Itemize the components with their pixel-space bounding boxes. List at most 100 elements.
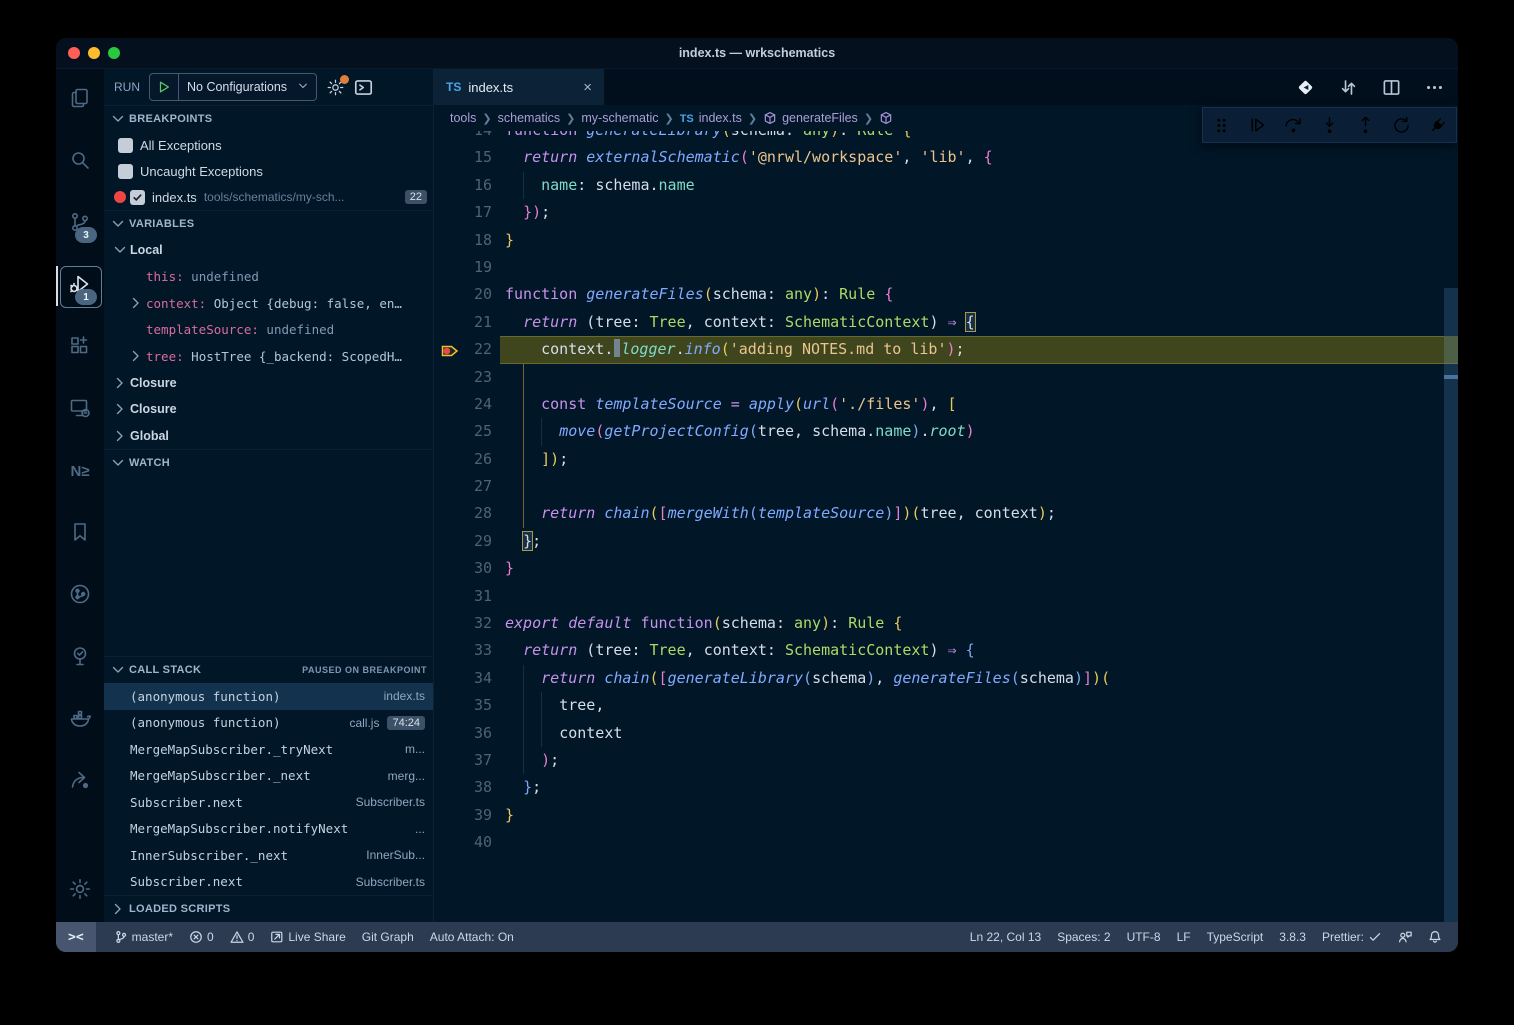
gutter[interactable]: 19	[434, 254, 500, 281]
close-window-button[interactable]	[68, 47, 80, 59]
variable-row[interactable]: context: Object {debug: false, en…	[104, 290, 433, 317]
activity-item-search[interactable]	[56, 131, 104, 193]
scrollbar-thumb[interactable]	[1444, 288, 1458, 922]
code-line-content[interactable]: tree,	[500, 692, 1458, 719]
zoom-window-button[interactable]	[108, 47, 120, 59]
code-line-content[interactable]	[500, 364, 1458, 391]
activity-item-git-graph[interactable]	[56, 565, 104, 627]
code-line-content[interactable]: return chain([mergeWith(templateSource)]…	[500, 500, 1458, 527]
breadcrumb-item[interactable]: generateFiles	[763, 111, 858, 125]
status-item-git-graph[interactable]: Git Graph	[354, 930, 422, 944]
variable-row[interactable]: templateSource: undefined	[104, 317, 433, 344]
step-into-button[interactable]	[1319, 115, 1340, 136]
activity-item-bookmarks[interactable]	[56, 503, 104, 565]
drag-handle[interactable]	[1211, 115, 1232, 136]
code-line-content[interactable]: name: schema.name	[500, 172, 1458, 199]
gutter[interactable]: 22	[434, 336, 500, 363]
gutter[interactable]: 20	[434, 281, 500, 308]
gutter[interactable]: 14	[434, 131, 500, 144]
status-item-encoding[interactable]: UTF-8	[1119, 930, 1169, 944]
code-line-content[interactable]: function generateFiles(schema: any): Rul…	[500, 281, 1458, 308]
code-line-content[interactable]: context.logger.info('adding NOTES.md to …	[500, 336, 1458, 363]
breadcrumb-item[interactable]: TSindex.ts	[680, 111, 742, 125]
breakpoint-checkbox[interactable]	[118, 164, 133, 179]
call-stack-section-header[interactable]: CALL STACK PAUSED ON BREAKPOINT	[104, 656, 433, 683]
activity-item-explorer[interactable]	[56, 69, 104, 131]
breadcrumb-item[interactable]: tools	[450, 111, 476, 125]
status-item-eol[interactable]: LF	[1169, 930, 1199, 944]
gutter[interactable]: 21	[434, 309, 500, 336]
code-line-content[interactable]: );	[500, 747, 1458, 774]
gutter[interactable]: 38	[434, 774, 500, 801]
gutter[interactable]: 37	[434, 747, 500, 774]
code-line-content[interactable]: });	[500, 199, 1458, 226]
code-line-content[interactable]: }	[500, 802, 1458, 829]
code-line-content[interactable]	[500, 473, 1458, 500]
call-stack-frame[interactable]: MergeMapSubscriber.notifyNext...	[104, 816, 433, 843]
code-line-content[interactable]: }	[500, 555, 1458, 582]
breadcrumb-item[interactable]: my-schematic	[581, 111, 658, 125]
gutter[interactable]: 39	[434, 802, 500, 829]
activity-item-manage[interactable]	[56, 860, 104, 922]
open-changes-icon[interactable]	[1296, 78, 1315, 97]
activity-item-extensions[interactable]	[56, 317, 104, 379]
status-item-git-branch[interactable]: master*	[106, 930, 181, 944]
code-line-content[interactable]: return chain([generateLibrary(schema), g…	[500, 665, 1458, 692]
breakpoint-row[interactable]: index.tstools/schematics/my-sch...22	[104, 184, 433, 210]
breadcrumb-item[interactable]: schematics	[498, 111, 561, 125]
loaded-scripts-section-header[interactable]: LOADED SCRIPTS	[104, 895, 433, 922]
variables-section-header[interactable]: VARIABLES	[104, 210, 433, 237]
status-item-prettier[interactable]: Prettier:	[1314, 930, 1390, 944]
launch-configuration-dropdown[interactable]: No Configurations	[149, 73, 317, 101]
variable-row[interactable]: this: undefined	[104, 264, 433, 291]
gutter[interactable]: 31	[434, 583, 500, 610]
code-line-content[interactable]: const templateSource = apply(url('./file…	[500, 391, 1458, 418]
status-item-indentation[interactable]: Spaces: 2	[1049, 930, 1118, 944]
restart-button[interactable]	[1391, 115, 1412, 136]
status-item-ts-version[interactable]: 3.8.3	[1271, 930, 1314, 944]
code-line-content[interactable]: return (tree: Tree, context: SchematicCo…	[500, 637, 1458, 664]
code-line-content[interactable]: ]);	[500, 446, 1458, 473]
code-line-content[interactable]: }	[500, 227, 1458, 254]
gutter[interactable]: 27	[434, 473, 500, 500]
minimize-window-button[interactable]	[88, 47, 100, 59]
step-out-button[interactable]	[1355, 115, 1376, 136]
status-item-errors[interactable]: 0	[181, 930, 222, 944]
activity-item-test-explorer[interactable]	[56, 627, 104, 689]
variables-scope-closure[interactable]: Closure	[104, 370, 433, 397]
code-line-content[interactable]: context	[500, 720, 1458, 747]
gutter[interactable]: 18	[434, 227, 500, 254]
code-area[interactable]: 14function generateLibrary(schema: any):…	[434, 131, 1458, 922]
split-editor-icon[interactable]	[1382, 78, 1401, 97]
more-actions-icon[interactable]	[1425, 78, 1444, 97]
status-item-feedback[interactable]	[1390, 930, 1420, 944]
status-item-notifications[interactable]	[1420, 930, 1450, 944]
status-item-live-share[interactable]: Live Share	[262, 930, 353, 944]
gutter[interactable]: 29	[434, 528, 500, 555]
code-line-content[interactable]	[500, 829, 1458, 856]
call-stack-frame[interactable]: (anonymous function)index.ts	[104, 683, 433, 710]
step-over-button[interactable]	[1283, 115, 1304, 136]
activity-item-run-debug[interactable]: 1	[56, 255, 104, 317]
configure-gear-button[interactable]	[326, 78, 345, 97]
activity-item-nx-console[interactable]: N≥	[56, 441, 104, 503]
variables-scope-closure[interactable]: Closure	[104, 396, 433, 423]
gutter[interactable]: 32	[434, 610, 500, 637]
gutter[interactable]: 16	[434, 172, 500, 199]
breakpoint-row[interactable]: All Exceptions	[104, 132, 433, 158]
gutter[interactable]: 24	[434, 391, 500, 418]
gutter[interactable]: 33	[434, 637, 500, 664]
breakpoint-checkbox[interactable]	[130, 190, 145, 205]
breakpoint-row[interactable]: Uncaught Exceptions	[104, 158, 433, 184]
watch-section-header[interactable]: WATCH	[104, 449, 433, 476]
variables-scope-local[interactable]: Local	[104, 237, 433, 264]
call-stack-frame[interactable]: MergeMapSubscriber._tryNextm...	[104, 736, 433, 763]
gutter[interactable]: 26	[434, 446, 500, 473]
tab-index-ts[interactable]: TS index.ts ×	[434, 69, 605, 105]
status-item-language[interactable]: TypeScript	[1199, 930, 1272, 944]
close-tab-icon[interactable]: ×	[583, 80, 592, 95]
code-line-content[interactable]: };	[500, 774, 1458, 801]
call-stack-frame[interactable]: MergeMapSubscriber._nextmerg...	[104, 763, 433, 790]
compare-changes-icon[interactable]	[1339, 78, 1358, 97]
gutter[interactable]: 15	[434, 144, 500, 171]
